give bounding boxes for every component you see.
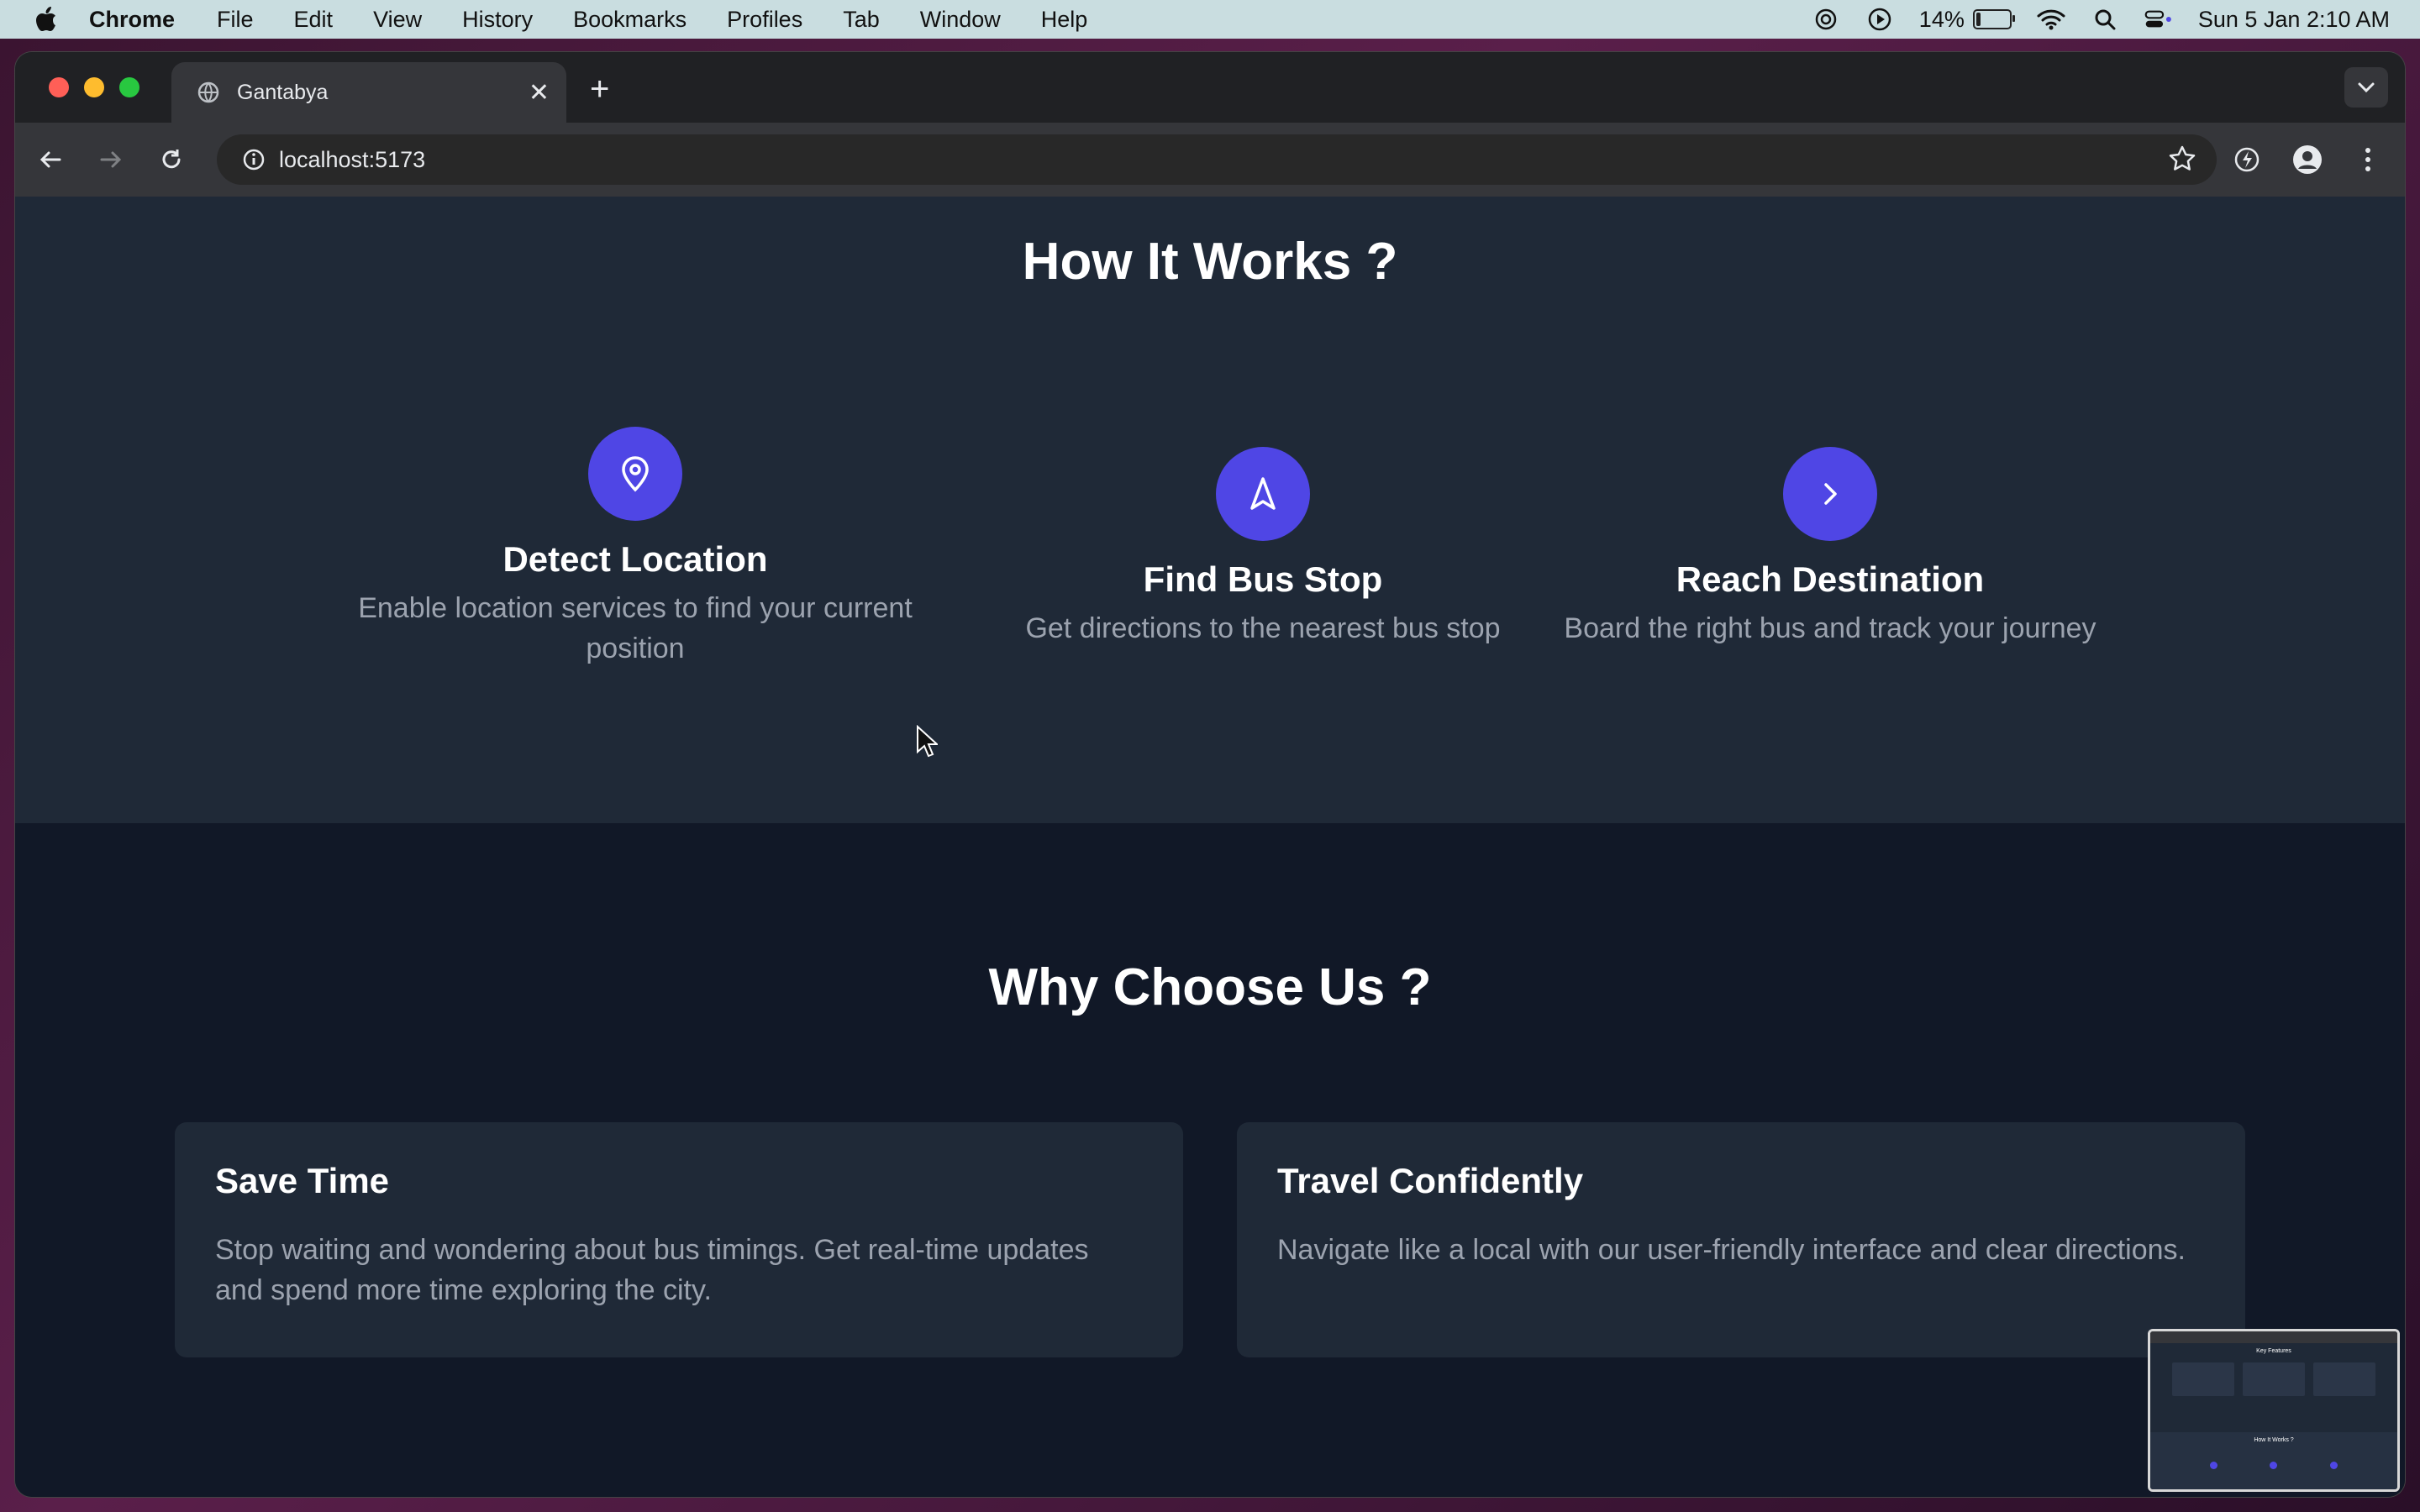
thumbnail-cards bbox=[2150, 1362, 2397, 1396]
menu-bookmarks[interactable]: Bookmarks bbox=[573, 7, 687, 33]
screenshot-thumbnail[interactable]: Key Features How It Works ? bbox=[2148, 1329, 2400, 1492]
url-text: localhost:5173 bbox=[279, 146, 426, 172]
openai-icon[interactable] bbox=[1812, 7, 1840, 32]
thumbnail-title-top: Key Features bbox=[2256, 1348, 2291, 1354]
tab-search-button[interactable] bbox=[2344, 67, 2388, 108]
tab-strip: Gantabya ✕ + bbox=[15, 52, 2405, 123]
menu-clock[interactable]: Sun 5 Jan 2:10 AM bbox=[2198, 7, 2390, 33]
thumbnail-card bbox=[2313, 1362, 2375, 1396]
bookmark-star-icon[interactable] bbox=[2168, 144, 2196, 179]
thumbnail-toolbar bbox=[2150, 1331, 2397, 1343]
step-title: Find Bus Stop bbox=[1143, 559, 1383, 599]
minimize-window-button[interactable] bbox=[84, 77, 104, 97]
thumbnail-title-bottom: How It Works ? bbox=[2254, 1437, 2294, 1443]
how-it-works-heading: How It Works ? bbox=[1022, 233, 1398, 291]
feature-card-travel-confidently: Travel Confidently Navigate like a local… bbox=[1237, 1122, 2245, 1357]
why-choose-us-heading: Why Choose Us ? bbox=[988, 958, 1432, 1016]
browser-window: Gantabya ✕ + localhost:5173 How It Works… bbox=[15, 52, 2405, 1497]
chrome-menu-icon[interactable] bbox=[2349, 141, 2386, 178]
how-it-works-section: How It Works ? Detect Location Enable lo… bbox=[15, 197, 2405, 823]
step-title: Detect Location bbox=[502, 539, 768, 579]
step-description: Board the right bus and track your journ… bbox=[1564, 612, 2096, 644]
profile-avatar-icon[interactable] bbox=[2289, 141, 2326, 178]
menu-app-chrome[interactable]: Chrome bbox=[89, 7, 175, 33]
menu-edit[interactable]: Edit bbox=[294, 7, 334, 33]
apple-logo-icon[interactable] bbox=[32, 5, 60, 34]
wifi-icon[interactable] bbox=[2037, 7, 2065, 32]
feature-card-save-time: Save Time Stop waiting and wondering abo… bbox=[175, 1122, 1183, 1357]
chevron-right-icon bbox=[1783, 447, 1877, 541]
menu-file[interactable]: File bbox=[217, 7, 254, 33]
menu-profiles[interactable]: Profiles bbox=[727, 7, 802, 33]
card-title: Save Time bbox=[215, 1161, 390, 1200]
menu-help[interactable]: Help bbox=[1041, 7, 1088, 33]
control-center-icon[interactable] bbox=[2144, 7, 2173, 32]
maximize-window-button[interactable] bbox=[119, 77, 139, 97]
forward-button[interactable] bbox=[92, 141, 129, 178]
why-choose-us-section: Why Choose Us ? Save Time Stop waiting a… bbox=[15, 823, 2405, 1497]
thumbnail-card bbox=[2243, 1362, 2305, 1396]
thumbnail-dot-icon bbox=[2210, 1462, 2218, 1469]
mouse-cursor-icon bbox=[916, 724, 939, 763]
step-title: Reach Destination bbox=[1676, 559, 1985, 599]
battery-status[interactable]: 14% bbox=[1918, 6, 2015, 33]
globe-icon bbox=[197, 81, 220, 104]
menu-tab[interactable]: Tab bbox=[843, 7, 880, 33]
browser-toolbar: localhost:5173 bbox=[15, 123, 2405, 198]
close-tab-icon[interactable]: ✕ bbox=[529, 78, 550, 108]
step-reach-destination: Reach Destination Board the right bus an… bbox=[1544, 447, 2116, 648]
web-page: How It Works ? Detect Location Enable lo… bbox=[15, 197, 2405, 1497]
card-description: Navigate like a local with our user-frie… bbox=[1277, 1234, 2186, 1266]
thumbnail-lower-section: How It Works ? bbox=[2150, 1432, 2397, 1489]
step-detect-location: Detect Location Enable location services… bbox=[318, 427, 953, 669]
media-play-icon[interactable] bbox=[1865, 7, 1894, 32]
reload-button[interactable] bbox=[153, 141, 190, 178]
site-info-icon[interactable] bbox=[229, 148, 279, 171]
card-description: Stop waiting and wondering about bus tim… bbox=[215, 1234, 1089, 1306]
battery-icon bbox=[1972, 9, 2015, 29]
menu-window[interactable]: Window bbox=[920, 7, 1001, 33]
thumbnail-step-icons bbox=[2150, 1462, 2397, 1469]
map-pin-icon bbox=[588, 427, 682, 521]
battery-percent: 14% bbox=[1918, 6, 1965, 32]
thumbnail-dot-icon bbox=[2270, 1462, 2278, 1469]
window-controls bbox=[49, 77, 139, 97]
new-tab-button[interactable]: + bbox=[590, 71, 609, 108]
extension-icon[interactable] bbox=[2228, 141, 2265, 178]
menu-history[interactable]: History bbox=[462, 7, 533, 33]
browser-tab-active[interactable]: Gantabya ✕ bbox=[171, 62, 566, 123]
thumbnail-dot-icon bbox=[2329, 1462, 2338, 1469]
thumbnail-card bbox=[2172, 1362, 2234, 1396]
card-title: Travel Confidently bbox=[1277, 1161, 1584, 1200]
step-find-bus-stop: Find Bus Stop Get directions to the near… bbox=[990, 447, 1536, 648]
back-button[interactable] bbox=[32, 141, 69, 178]
step-description: Get directions to the nearest bus stop bbox=[1025, 612, 1501, 644]
close-window-button[interactable] bbox=[49, 77, 69, 97]
navigation-arrow-icon bbox=[1216, 447, 1310, 541]
spotlight-search-icon[interactable] bbox=[2091, 7, 2119, 32]
tab-title: Gantabya bbox=[237, 80, 329, 104]
menu-view[interactable]: View bbox=[373, 7, 422, 33]
address-bar[interactable]: localhost:5173 bbox=[217, 134, 2217, 185]
macos-menu-bar: Chrome File Edit View History Bookmarks … bbox=[0, 0, 2420, 39]
battery-fill bbox=[1975, 13, 1981, 26]
step-description: Enable location services to find your cu… bbox=[358, 592, 913, 664]
